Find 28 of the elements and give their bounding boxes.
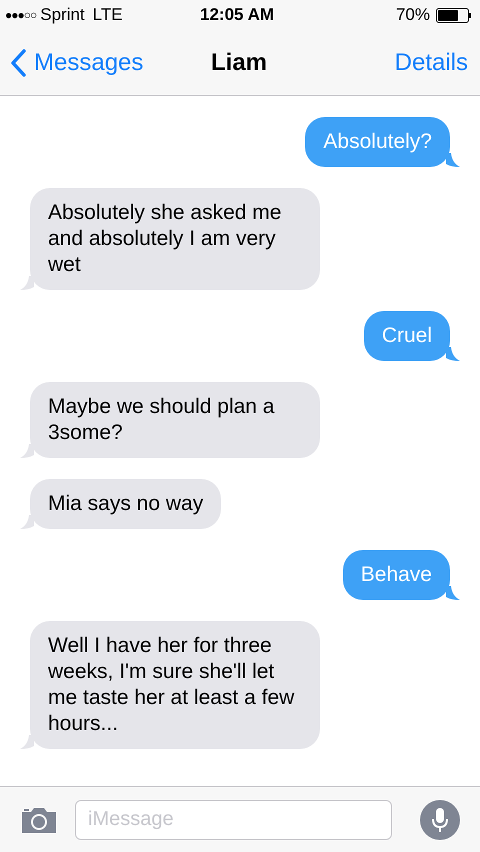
network-type: LTE bbox=[92, 4, 123, 26]
message-field[interactable]: iMessage bbox=[75, 800, 392, 840]
received-message: Mia says no way bbox=[30, 479, 222, 529]
bubble-tail-icon bbox=[20, 444, 34, 458]
bubble-tail-icon bbox=[20, 735, 34, 749]
carrier-name: Sprint bbox=[40, 4, 85, 26]
bubble-tail-icon bbox=[20, 276, 34, 290]
received-message: Maybe we should plan a 3some? bbox=[30, 382, 320, 458]
received-message: Absolutely she asked me and absolutely I am very wet bbox=[30, 188, 320, 290]
bubble-tail-icon bbox=[446, 153, 460, 167]
bubble-tail-icon bbox=[446, 347, 460, 361]
received-message: Well I have her for three weeks, I'm sure she'll let me taste her at least a few hours... bbox=[30, 621, 320, 749]
battery-icon bbox=[436, 8, 471, 22]
camera-icon[interactable] bbox=[20, 806, 58, 834]
sent-message: Absolutely? bbox=[305, 117, 450, 167]
microphone-icon bbox=[432, 806, 448, 832]
details-link[interactable]: Details bbox=[394, 44, 468, 80]
signal-icon: ●●●○○ bbox=[5, 6, 36, 24]
microphone-button[interactable] bbox=[420, 800, 460, 840]
battery-percent: 70% bbox=[396, 4, 430, 26]
sent-message: Cruel bbox=[364, 311, 450, 361]
contact-name: Liam bbox=[211, 48, 268, 78]
bubble-tail-icon bbox=[20, 515, 34, 529]
clock-time: 12:05 AM bbox=[200, 4, 274, 26]
sent-message: Behave bbox=[342, 550, 450, 600]
bubble-tail-icon bbox=[446, 586, 460, 600]
chevron-left-icon bbox=[10, 48, 26, 76]
back-button[interactable]: Messages bbox=[10, 44, 144, 80]
